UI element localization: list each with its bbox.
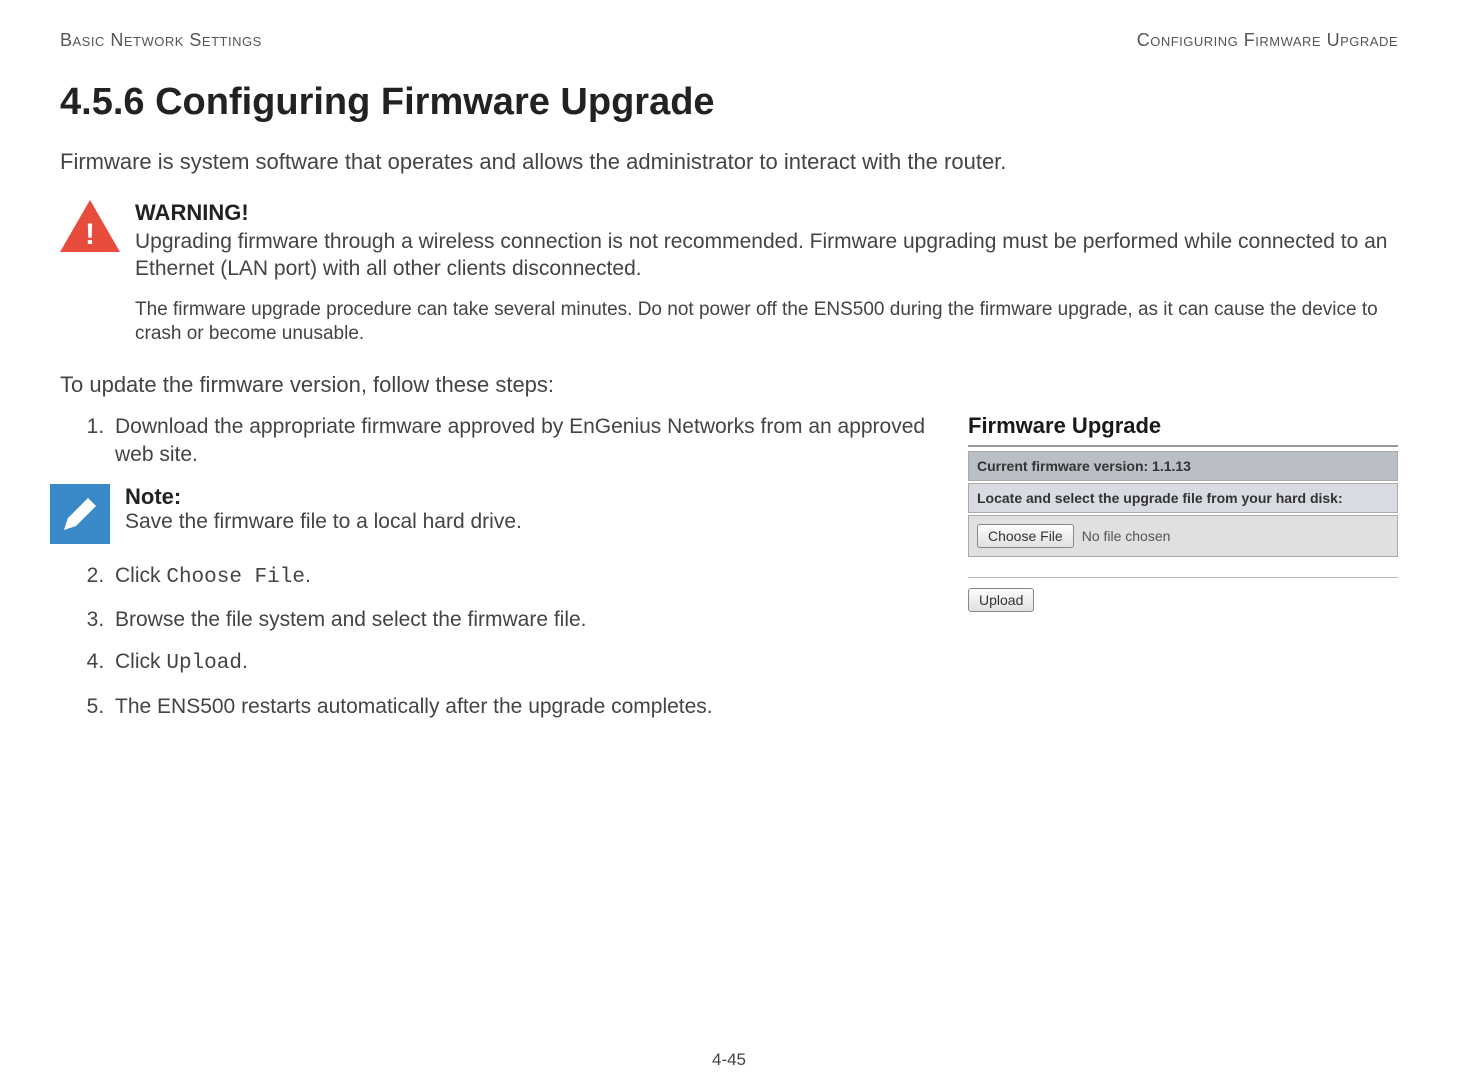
steps-list: Download the appropriate firmware approv… xyxy=(60,413,938,470)
upload-button[interactable]: Upload xyxy=(968,588,1034,612)
version-row: Current firmware version: 1.1.13 xyxy=(968,451,1398,481)
page-number: 4-45 xyxy=(0,1050,1458,1070)
file-chooser-row: Choose File No file chosen xyxy=(968,515,1398,557)
warning-title: WARNING! xyxy=(135,200,1398,226)
steps-lead: To update the firmware version, follow t… xyxy=(60,372,1398,398)
step-4: Click Upload. xyxy=(110,648,938,678)
step-3: Browse the file system and select the fi… xyxy=(110,606,938,634)
panel-title: Firmware Upgrade xyxy=(968,413,1398,447)
warning-text: Upgrading firmware through a wireless co… xyxy=(135,228,1398,283)
page-title: 4.5.6 Configuring Firmware Upgrade xyxy=(60,81,1398,124)
steps-list-cont: Click Choose File. Browse the file syste… xyxy=(60,562,938,721)
warning-subtext: The firmware upgrade procedure can take … xyxy=(135,298,1398,347)
intro-text: Firmware is system software that operate… xyxy=(60,149,1398,175)
note-icon xyxy=(50,484,110,544)
header-left: Basic Network Settings xyxy=(60,30,262,51)
warning-callout: ! WARNING! Upgrading firmware through a … xyxy=(60,200,1398,347)
locate-row: Locate and select the upgrade file from … xyxy=(968,483,1398,513)
choose-file-button[interactable]: Choose File xyxy=(977,524,1074,548)
warning-icon: ! xyxy=(60,200,120,260)
header-right: Configuring Firmware Upgrade xyxy=(1137,30,1398,51)
no-file-label: No file chosen xyxy=(1082,528,1171,544)
step-5: The ENS500 restarts automatically after … xyxy=(110,693,938,721)
firmware-upgrade-panel: Firmware Upgrade Current firmware versio… xyxy=(968,413,1398,612)
step-2: Click Choose File. xyxy=(110,562,938,592)
note-text: Save the firmware file to a local hard d… xyxy=(125,510,522,534)
step-1: Download the appropriate firmware approv… xyxy=(110,413,938,470)
note-title: Note: xyxy=(125,484,522,510)
note-callout: Note: Save the firmware file to a local … xyxy=(50,484,938,544)
